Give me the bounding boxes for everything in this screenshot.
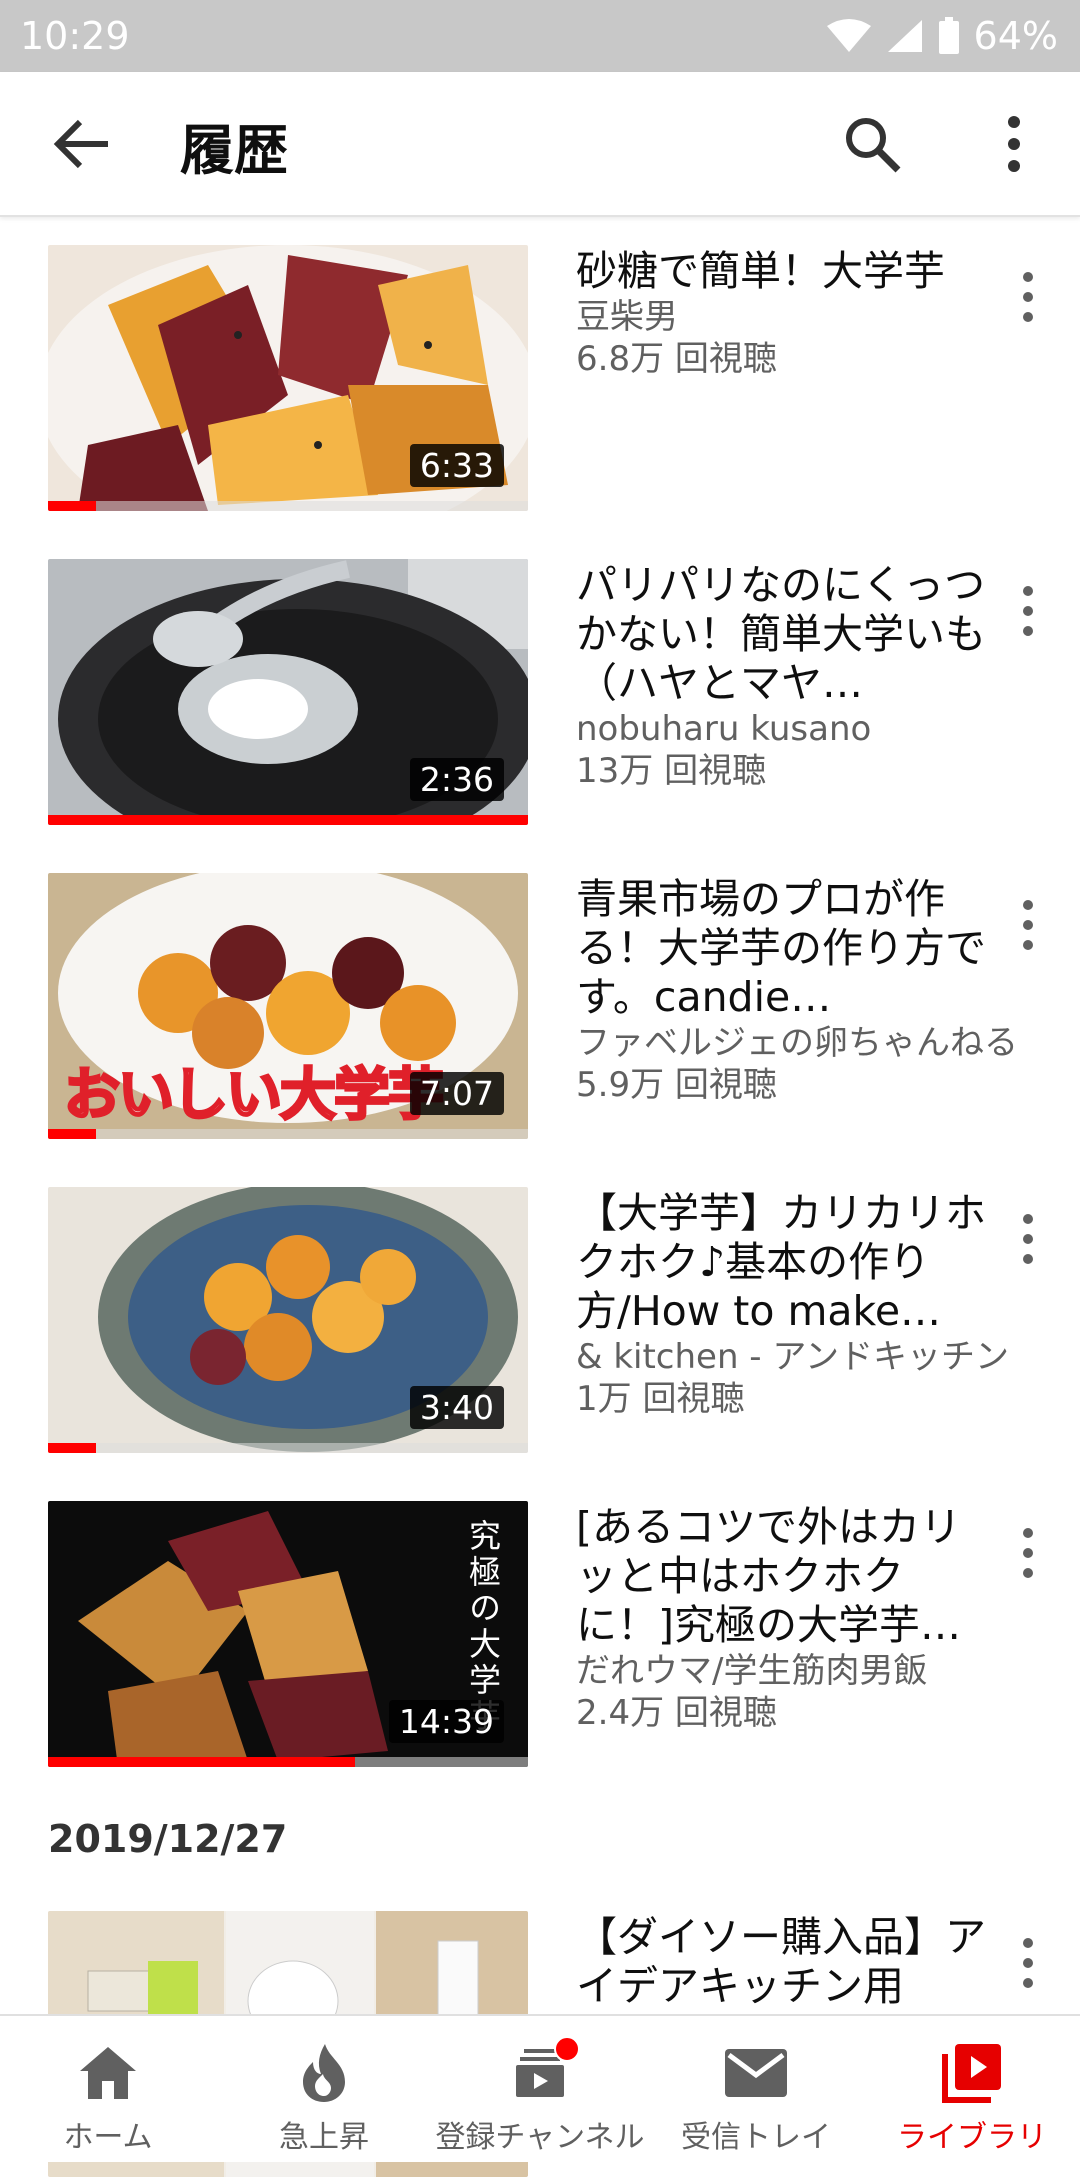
video-thumbnail[interactable]: 究極の大学芋 14:39 xyxy=(48,1501,528,1767)
more-vert-icon[interactable] xyxy=(1010,1523,1046,1583)
video-info: [あるコツで外はカリッと中はホクホクに！]究極の大学芋… だれウマ/学生筋肉男飯… xyxy=(576,1503,996,1734)
nav-trending[interactable]: 急上昇 xyxy=(216,2016,432,2162)
video-title[interactable]: パリパリなのにくっつかない！簡単大学いも（ハヤとマヤ… xyxy=(576,561,996,708)
video-duration: 3:40 xyxy=(409,1386,504,1429)
video-duration: 7:07 xyxy=(409,1072,504,1115)
watch-progress-bar xyxy=(48,501,96,511)
inbox-mail-icon xyxy=(725,2049,787,2097)
bottom-navigation: ホーム 急上昇 登録チャンネル 受信トレイ ライブラリ xyxy=(0,2014,1080,2162)
video-thumbnail[interactable]: 6:33 xyxy=(48,245,528,511)
video-duration: 14:39 xyxy=(388,1700,504,1743)
trending-fire-icon xyxy=(303,2044,345,2102)
video-info: 【大学芋】カリカリホクホク♪基本の作り方/How to make… & kitc… xyxy=(576,1189,1010,1420)
video-info: 青果市場のプロが作る！大学芋の作り方です。candie… ファベルジェの卵ちゃん… xyxy=(576,875,1018,1106)
status-time: 10:29 xyxy=(20,14,130,58)
video-title[interactable]: [あるコツで外はカリッと中はホクホクに！]究極の大学芋… xyxy=(576,1503,996,1650)
more-vert-icon[interactable] xyxy=(1010,1933,1046,1993)
video-item[interactable]: 3:40 【大学芋】カリカリホクホク♪基本の作り方/How to make… &… xyxy=(0,1159,1080,1453)
channel-name: nobuharu kusano xyxy=(576,709,872,749)
view-count: 1万 回視聴 xyxy=(576,1379,745,1419)
view-count: 6.8万 回視聴 xyxy=(576,339,777,379)
video-duration: 2:36 xyxy=(409,758,504,801)
video-title[interactable]: 砂糖で簡単！大学芋 xyxy=(576,247,996,296)
home-icon xyxy=(80,2047,136,2099)
channel-name: 豆柴男 xyxy=(576,297,678,337)
nav-library[interactable]: ライブラリ xyxy=(864,2016,1080,2162)
video-thumbnail[interactable]: 3:40 xyxy=(48,1187,528,1453)
back-arrow-icon[interactable] xyxy=(52,116,112,172)
nav-subscriptions[interactable]: 登録チャンネル xyxy=(432,2016,648,2162)
video-item[interactable]: 究極の大学芋 14:39 [あるコツで外はカリッと中はホクホクに！]究極の大学芋… xyxy=(0,1473,1080,1767)
status-bar: 10:29 64% xyxy=(0,0,1080,72)
channel-name: だれウマ/学生筋肉男飯 xyxy=(576,1651,928,1691)
nav-label: ライブラリ xyxy=(897,2120,1047,2155)
watch-progress-track xyxy=(48,1129,528,1139)
more-vert-icon[interactable] xyxy=(1010,267,1046,327)
video-info: 【ダイソー購入品】アイデアキッチン用 xyxy=(576,1913,996,2011)
page-title: 履歴 xyxy=(180,119,288,182)
more-vert-icon[interactable] xyxy=(990,112,1038,176)
date-section-header: 2019/12/27 xyxy=(48,1817,288,1861)
video-title[interactable]: 青果市場のプロが作る！大学芋の作り方です。candie… xyxy=(576,875,996,1022)
watch-progress-bar xyxy=(48,1443,96,1453)
nav-label: ホーム xyxy=(63,2120,153,2155)
video-title[interactable]: 【大学芋】カリカリホクホク♪基本の作り方/How to make… xyxy=(576,1189,996,1336)
battery-percent: 64% xyxy=(973,14,1058,58)
battery-icon xyxy=(938,17,959,54)
video-title[interactable]: 【ダイソー購入品】アイデアキッチン用 xyxy=(576,1913,996,2011)
view-count: 5.9万 回視聴 xyxy=(576,1065,777,1105)
more-vert-icon[interactable] xyxy=(1010,895,1046,955)
search-icon[interactable] xyxy=(842,114,902,174)
nav-label: 急上昇 xyxy=(279,2120,369,2155)
library-icon xyxy=(942,2044,1001,2103)
nav-home[interactable]: ホーム xyxy=(0,2016,216,2162)
watch-progress-bar xyxy=(48,815,528,825)
watch-progress-bar xyxy=(48,1757,356,1767)
watch-progress-bar xyxy=(48,1129,96,1139)
video-info: 砂糖で簡単！大学芋 豆柴男 6.8万 回視聴 xyxy=(576,247,996,380)
more-vert-icon[interactable] xyxy=(1010,581,1046,641)
view-count: 2.4万 回視聴 xyxy=(576,1693,777,1733)
more-vert-icon[interactable] xyxy=(1010,1209,1046,1269)
video-thumbnail[interactable]: おいしい大学芋 7:07 xyxy=(48,873,528,1139)
video-duration: 6:33 xyxy=(409,444,504,487)
watch-progress-track xyxy=(48,1443,528,1453)
nav-label: 受信トレイ xyxy=(681,2120,831,2155)
status-icons: 64% xyxy=(826,14,1058,58)
wifi-icon xyxy=(826,19,871,52)
video-thumbnail[interactable]: 2:36 xyxy=(48,559,528,825)
video-item[interactable]: 6:33 砂糖で簡単！大学芋 豆柴男 6.8万 回視聴 xyxy=(0,217,1080,511)
channel-name: & kitchen - アンドキッチン xyxy=(576,1337,1010,1377)
watch-progress-track xyxy=(48,501,528,511)
thumbnail-overlay-text: おいしい大学芋 xyxy=(63,1062,446,1130)
cell-signal-icon xyxy=(887,20,922,52)
video-item[interactable]: おいしい大学芋 7:07 青果市場のプロが作る！大学芋の作り方です。candie… xyxy=(0,845,1080,1139)
app-bar: 履歴 xyxy=(0,72,1080,217)
nav-label: 登録チャンネル xyxy=(435,2120,645,2155)
view-count: 13万 回視聴 xyxy=(576,751,767,791)
notification-badge xyxy=(554,2036,580,2062)
nav-inbox[interactable]: 受信トレイ xyxy=(648,2016,864,2162)
video-item[interactable]: 2:36 パリパリなのにくっつかない！簡単大学いも（ハヤとマヤ… nobuhar… xyxy=(0,531,1080,825)
video-info: パリパリなのにくっつかない！簡単大学いも（ハヤとマヤ… nobuharu kus… xyxy=(576,561,996,792)
channel-name: ファベルジェの卵ちゃんねる xyxy=(576,1023,1018,1063)
